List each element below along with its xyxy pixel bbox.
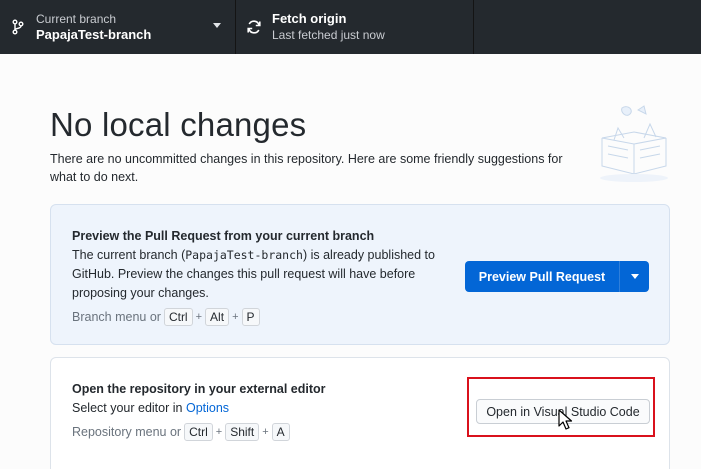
current-branch-label: Current branch: [36, 12, 117, 26]
key-shift: Shift: [225, 423, 260, 441]
plus-separator: +: [262, 426, 269, 438]
current-branch-dropdown[interactable]: Current branch PapajaTest-branch: [0, 0, 236, 54]
mouse-pointer-icon: [558, 409, 573, 430]
preview-pull-request-card: Preview the Pull Request from your curre…: [50, 204, 670, 345]
open-editor-title: Open the repository in your external edi…: [72, 382, 326, 396]
fetch-origin-label: Fetch origin: [272, 11, 347, 26]
preview-pull-request-label[interactable]: Preview Pull Request: [465, 270, 619, 284]
last-fetched-status: Last fetched just now: [272, 28, 385, 42]
preview-pull-request-button[interactable]: Preview Pull Request: [465, 261, 649, 292]
chevron-down-icon: [630, 274, 639, 279]
preview-pr-title: Preview the Pull Request from your curre…: [72, 229, 375, 243]
sync-icon: [246, 19, 262, 35]
preview-pr-body: The current branch (PapajaTest-branch) i…: [72, 246, 452, 303]
branch-icon: [10, 19, 26, 35]
fetch-origin-button[interactable]: Fetch origin Last fetched just now: [236, 0, 474, 54]
open-editor-body-text: Select your editor in: [72, 401, 183, 415]
app-toolbar: Current branch PapajaTest-branch Fetch o…: [0, 0, 701, 54]
chevron-down-icon: [213, 23, 221, 28]
current-branch-name: PapajaTest-branch: [36, 27, 152, 42]
key-alt: Alt: [205, 308, 230, 326]
open-editor-shortcut-hint: Repository menu or Ctrl + Shift + A: [72, 423, 290, 441]
empty-state-illustration: [600, 105, 668, 182]
branch-name-code: PapajaTest-branch: [185, 248, 303, 262]
open-editor-body: Select your editor in Options: [72, 399, 229, 418]
page-description: There are no uncommitted changes in this…: [50, 152, 563, 184]
options-link[interactable]: Options: [186, 401, 229, 415]
key-p: P: [241, 308, 260, 326]
key-a: A: [271, 423, 290, 441]
shortcut-hint-label: Repository menu or: [72, 425, 182, 439]
key-ctrl: Ctrl: [163, 308, 193, 326]
preview-pr-dropdown-toggle[interactable]: [620, 274, 649, 279]
key-ctrl: Ctrl: [184, 423, 213, 441]
preview-pr-body-start: The current branch (: [72, 248, 186, 262]
page-title: No local changes: [50, 106, 307, 143]
shortcut-hint-label: Branch menu or: [72, 310, 161, 324]
plus-separator: +: [215, 426, 223, 438]
plus-separator: +: [195, 311, 203, 323]
plus-separator: +: [232, 311, 239, 323]
preview-pr-shortcut-hint: Branch menu or Ctrl + Alt + P: [72, 308, 260, 326]
